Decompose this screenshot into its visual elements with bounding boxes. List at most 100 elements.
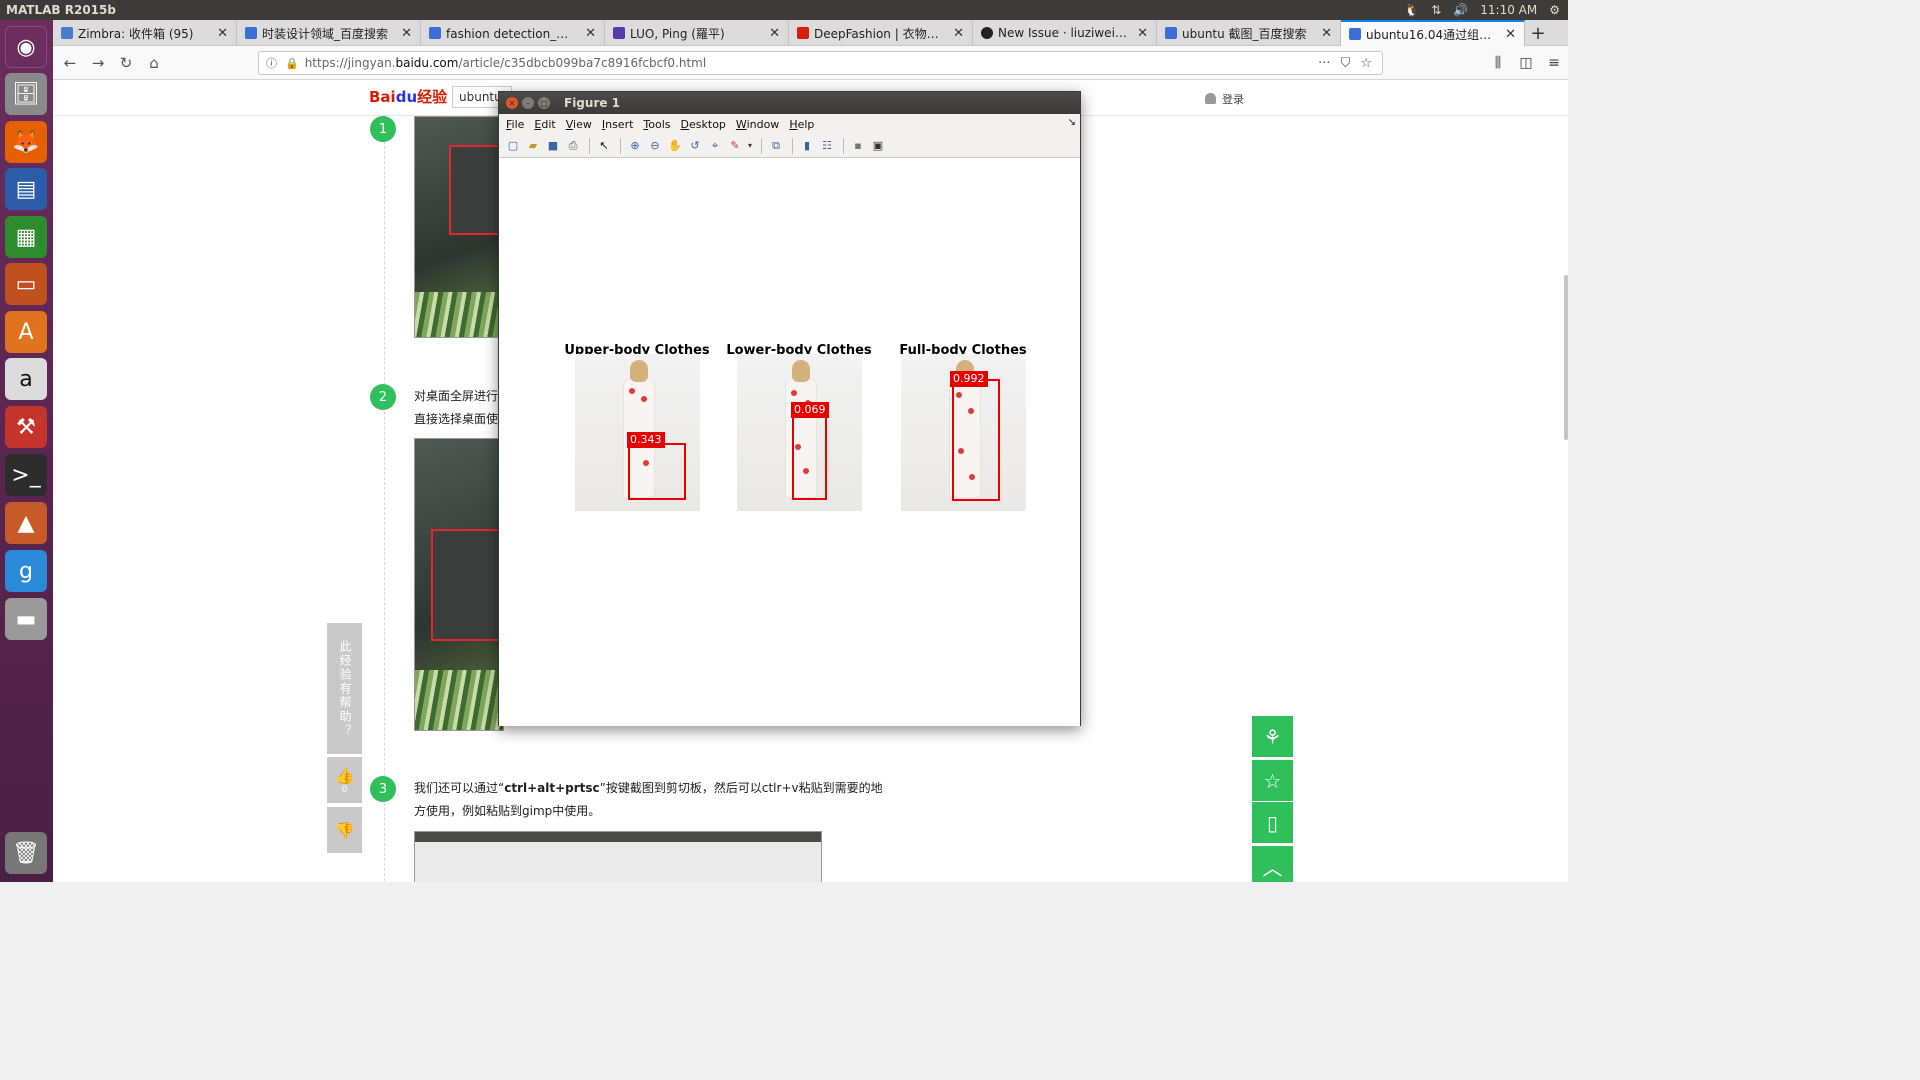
figure-window: ✕ – □ Figure 1 File Edit View Insert Too… (498, 91, 1081, 726)
url-text[interactable]: https://jingyan.baidu.com/article/c35dbc… (305, 56, 1318, 70)
matlab-icon[interactable]: ▲ (5, 502, 47, 544)
print-icon[interactable]: ⎙ (564, 137, 582, 155)
clock[interactable]: 11:10 AM (1480, 3, 1537, 17)
home-icon[interactable]: ⌂ (141, 50, 167, 76)
legend-icon[interactable]: ☷ (818, 137, 836, 155)
close-icon[interactable]: ✕ (953, 26, 964, 41)
volume-icon[interactable]: 🔊 (1453, 3, 1468, 17)
close-icon[interactable]: ✕ (1505, 27, 1516, 42)
menu-help[interactable]: Help (789, 118, 814, 131)
favorite-button[interactable]: ☆ (1252, 760, 1293, 801)
gear-icon[interactable]: ⚙ (1549, 3, 1560, 17)
impress-icon[interactable]: ▭ (5, 263, 47, 305)
close-icon[interactable]: ✕ (585, 26, 596, 41)
highlight-box (449, 145, 505, 235)
pocket-icon[interactable]: ⛉ (1341, 56, 1351, 71)
link-plot-icon[interactable]: ⧉ (767, 137, 785, 155)
sidebar-icon[interactable]: ◫ (1512, 55, 1540, 71)
reload-icon[interactable]: ↻ (113, 50, 139, 76)
library-icon[interactable]: ⫼ (1484, 55, 1512, 71)
figure-menubar: File Edit View Insert Tools Desktop Wind… (499, 114, 1080, 134)
rotate-icon[interactable]: ↺ (686, 137, 704, 155)
back-to-top-button[interactable]: ︿ (1252, 846, 1293, 882)
calc-icon[interactable]: ▦ (5, 216, 47, 258)
writer-icon[interactable]: ▤ (5, 168, 47, 210)
chevron-down-icon[interactable]: ▾ (746, 137, 754, 155)
menu-window[interactable]: Window (736, 118, 779, 131)
tab[interactable]: 时装设计领域_百度搜索 ✕ (237, 20, 421, 46)
app-icon[interactable]: g (5, 550, 47, 592)
ubuntu-home-icon[interactable]: ◉ (5, 26, 47, 68)
baidu-logo[interactable]: Baidu经验 (369, 86, 447, 107)
share-button[interactable]: ⚘ (1252, 716, 1293, 757)
colorbar-icon[interactable]: ▮ (798, 137, 816, 155)
forward-icon[interactable]: → (85, 50, 111, 76)
zoom-out-icon[interactable]: ⊖ (646, 137, 664, 155)
close-icon[interactable]: ✕ (506, 97, 518, 109)
close-icon[interactable]: ✕ (769, 26, 780, 41)
info-icon[interactable]: ⓘ (266, 55, 277, 71)
brush-icon[interactable]: ✎ (726, 137, 744, 155)
figure-canvas[interactable]: Upper-body Clothes 0.343 Lower-body Clot… (499, 158, 1080, 726)
tab-favicon-icon (1165, 27, 1177, 39)
back-icon[interactable]: ← (57, 50, 83, 76)
software-center-icon[interactable]: A (5, 311, 47, 353)
step-screenshot[interactable] (414, 438, 505, 731)
files-icon[interactable]: 🗄 (5, 73, 47, 115)
close-icon[interactable]: ✕ (401, 26, 412, 41)
toolbar-separator (761, 137, 762, 154)
clothing-photo[interactable]: 0.343 (575, 354, 700, 511)
pan-icon[interactable]: ✋ (666, 137, 684, 155)
clothing-photo[interactable]: 0.069 (737, 354, 862, 511)
menu-edit[interactable]: Edit (534, 118, 555, 131)
amazon-icon[interactable]: a (5, 358, 47, 400)
step-screenshot[interactable] (414, 116, 505, 338)
maximize-icon[interactable]: □ (538, 97, 550, 109)
minimize-icon[interactable]: – (522, 97, 534, 109)
close-icon[interactable]: ✕ (1137, 26, 1148, 41)
drive-icon[interactable]: ▬ (5, 598, 47, 640)
dislike-button[interactable]: 👎 (327, 807, 362, 853)
open-file-icon[interactable]: ▰ (524, 137, 542, 155)
tux-icon[interactable]: 🐧 (1404, 3, 1419, 17)
tab[interactable]: fashion detection_百度 ✕ (421, 20, 605, 46)
scrollbar[interactable] (1564, 275, 1568, 440)
new-tab-button[interactable]: + (1525, 20, 1551, 46)
menu-desktop[interactable]: Desktop (681, 118, 726, 131)
dock-arrow-icon[interactable]: ↘ (1068, 117, 1076, 128)
tab[interactable]: LUO, Ping (羅平) ✕ (605, 20, 789, 46)
pointer-icon[interactable]: ↖ (595, 137, 613, 155)
firefox-icon[interactable]: 🦊 (5, 121, 47, 163)
data-cursor-icon[interactable]: ⌖ (706, 137, 724, 155)
menu-view[interactable]: View (566, 118, 592, 131)
like-button[interactable]: 👍 0 (327, 757, 362, 803)
menu-tools[interactable]: Tools (643, 118, 670, 131)
save-icon[interactable]: ■ (544, 137, 562, 155)
close-icon[interactable]: ✕ (217, 26, 228, 41)
tab[interactable]: DeepFashion | 衣物时尚 ✕ (789, 20, 973, 46)
bookmark-star-icon[interactable]: ☆ (1360, 56, 1372, 71)
menu-icon[interactable]: ≡ (1540, 55, 1568, 71)
trash-icon[interactable]: 🗑 (5, 832, 47, 874)
tab[interactable]: ubuntu 截图_百度搜索 ✕ (1157, 20, 1341, 46)
tab[interactable]: New Issue · liuziwei7/fa ✕ (973, 20, 1157, 46)
close-icon[interactable]: ✕ (1321, 26, 1332, 41)
tab[interactable]: Zimbra: 收件箱 (95) ✕ (53, 20, 237, 46)
terminal-icon[interactable]: >_ (5, 454, 47, 496)
hide-plot-tools-icon[interactable]: ▪ (849, 137, 867, 155)
url-bar[interactable]: ⓘ 🔒 https://jingyan.baidu.com/article/c3… (258, 51, 1383, 75)
login-link[interactable]: 登录 (1205, 91, 1244, 107)
bookmark-button[interactable]: ▯ (1252, 802, 1293, 843)
menu-file[interactable]: File (506, 118, 524, 131)
menu-insert[interactable]: Insert (602, 118, 634, 131)
zoom-in-icon[interactable]: ⊕ (626, 137, 644, 155)
network-icon[interactable]: ⇅ (1431, 3, 1441, 17)
figure-titlebar[interactable]: ✕ – □ Figure 1 (499, 92, 1080, 114)
tab-active[interactable]: ubuntu16.04通过组合键 ✕ (1341, 20, 1525, 46)
new-figure-icon[interactable]: ▢ (504, 137, 522, 155)
page-actions-icon[interactable]: ··· (1318, 56, 1330, 71)
step-screenshot[interactable] (414, 831, 822, 882)
clothing-photo[interactable]: 0.992 (901, 354, 1026, 511)
show-plot-tools-icon[interactable]: ▣ (869, 137, 887, 155)
system-settings-icon[interactable]: ⚒ (5, 406, 47, 448)
